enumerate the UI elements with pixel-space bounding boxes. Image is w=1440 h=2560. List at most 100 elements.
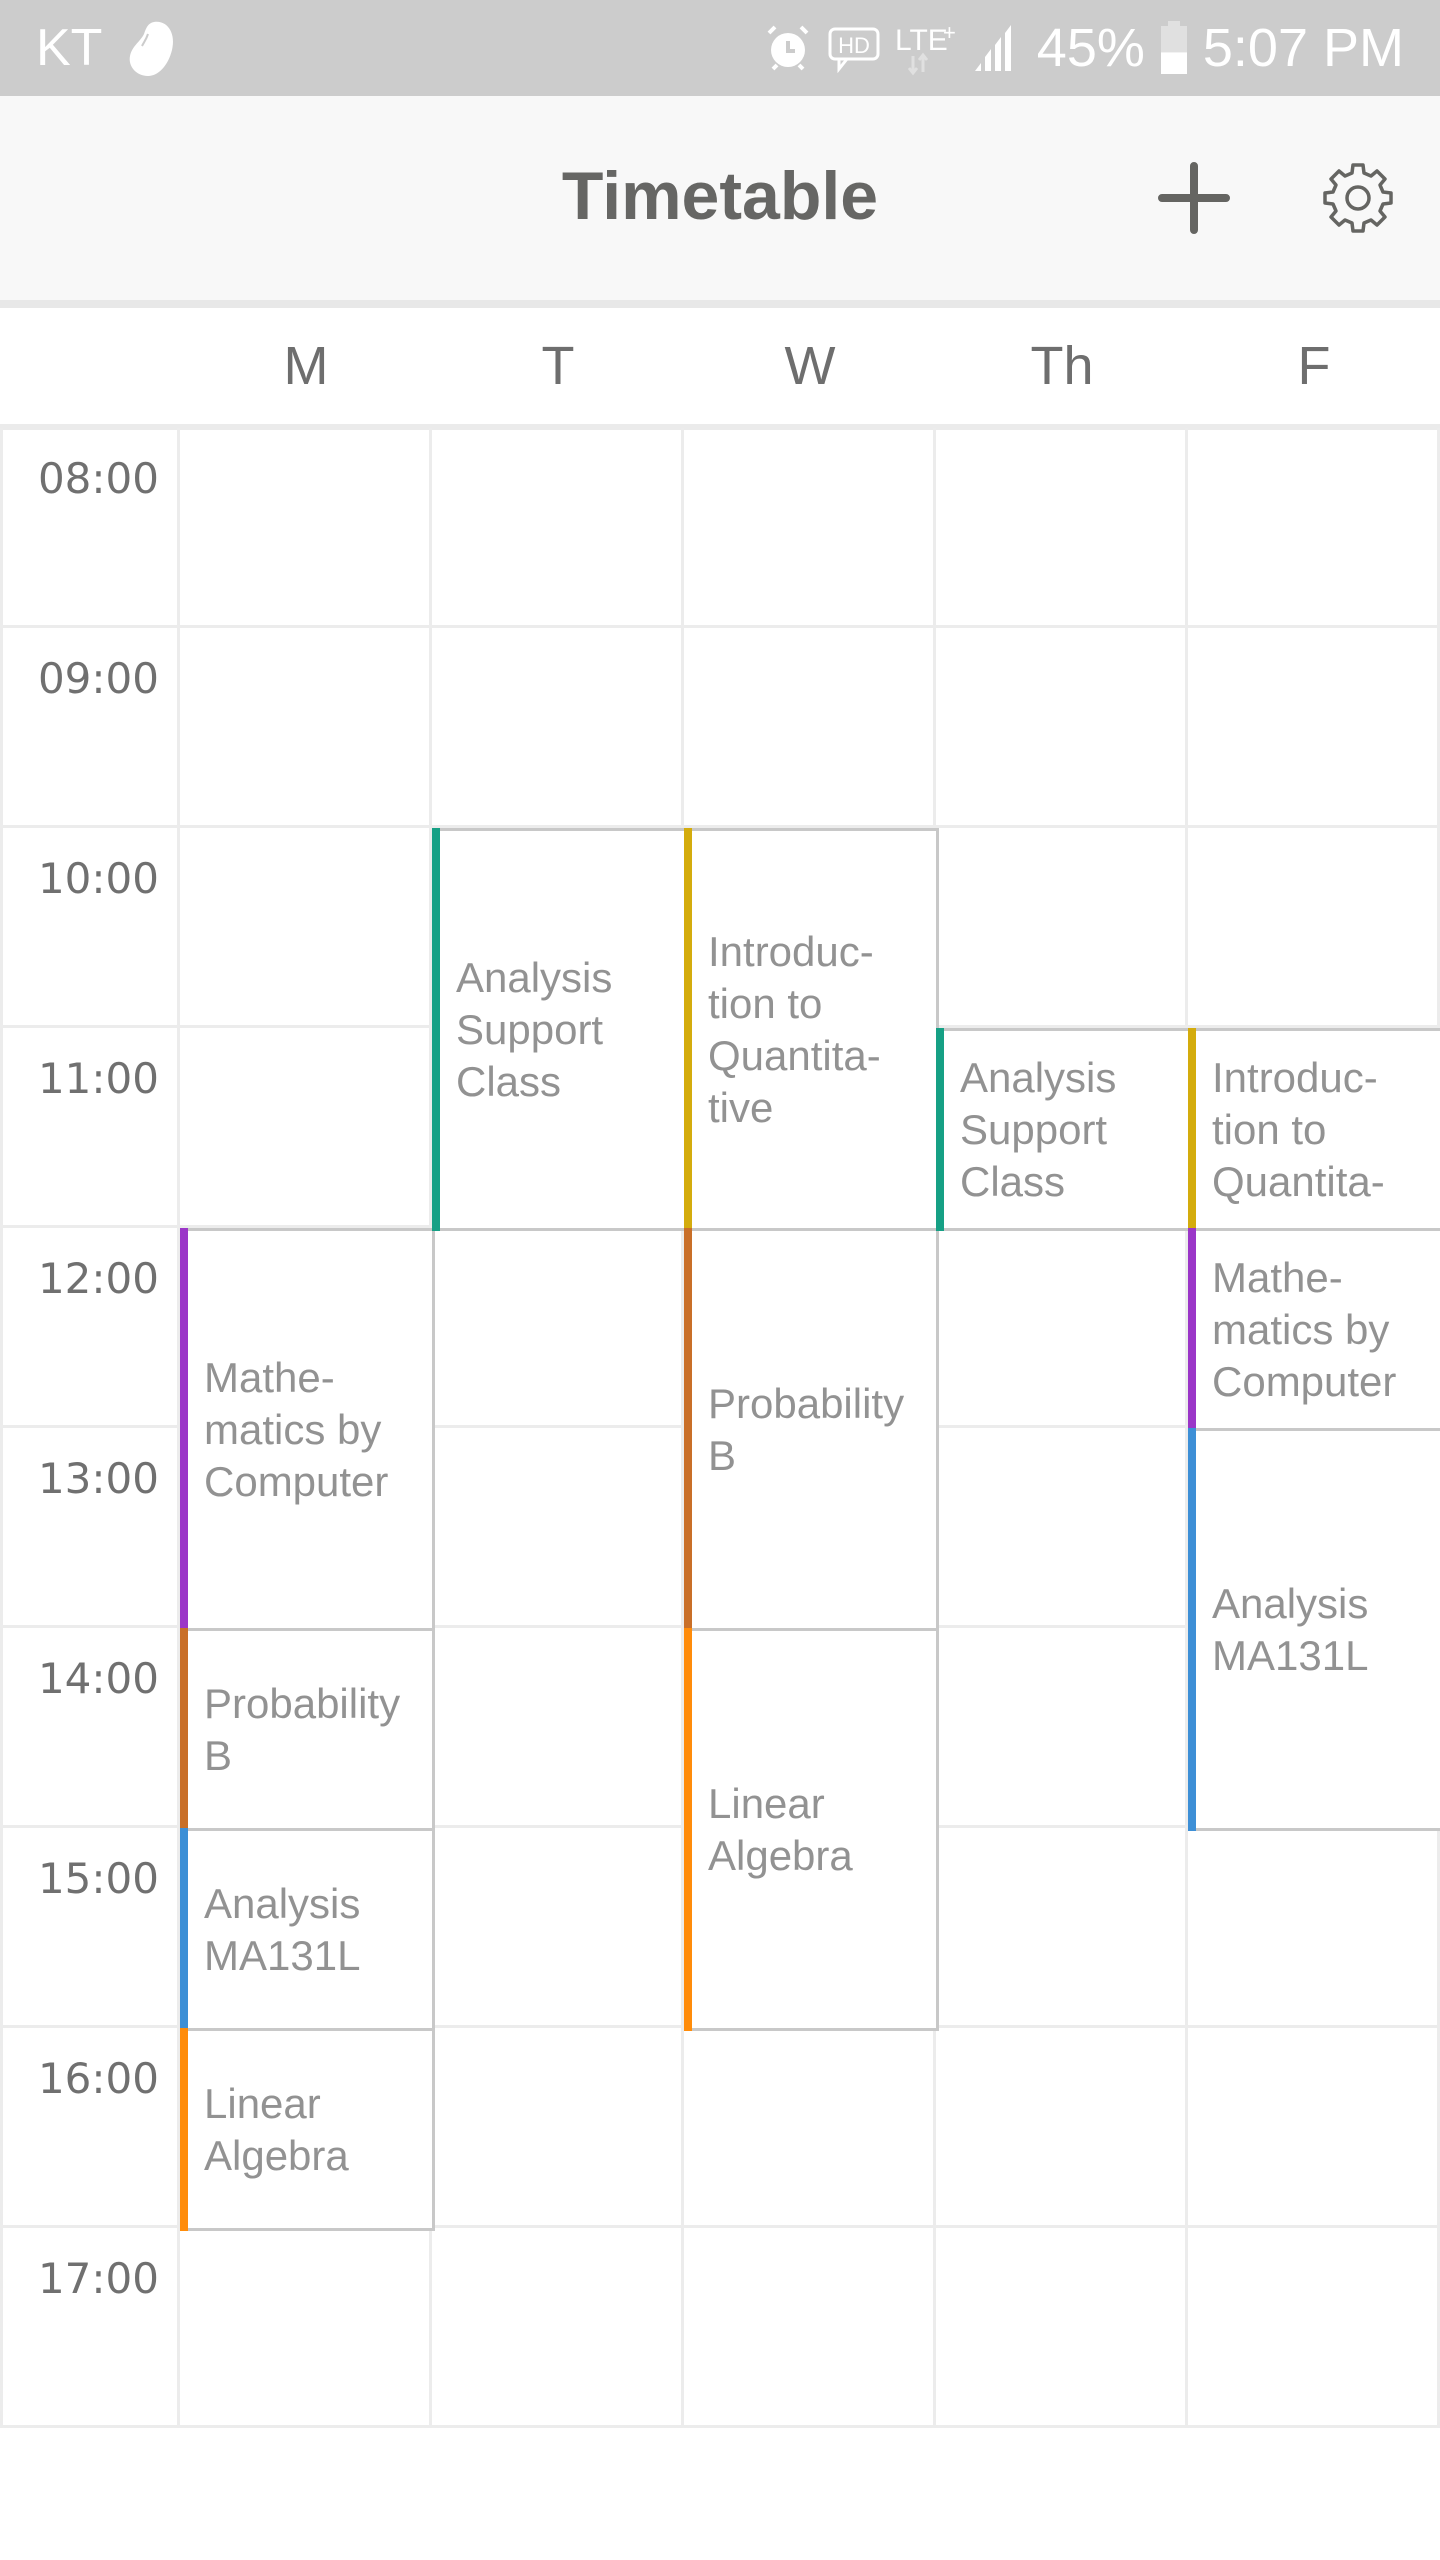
time-label: 09:00 [37, 654, 159, 703]
class-color-bar [180, 1228, 188, 1631]
empty-slot[interactable] [1188, 2228, 1440, 2428]
empty-slot[interactable] [936, 2228, 1188, 2428]
day-header-friday: F [1297, 336, 1331, 396]
empty-slot[interactable] [432, 2228, 684, 2428]
empty-slot[interactable] [936, 828, 1188, 1028]
empty-slot[interactable] [936, 1428, 1188, 1628]
app-bar: Timetable [0, 96, 1440, 300]
empty-slot[interactable] [432, 628, 684, 828]
class-name: Probability B [708, 1379, 905, 1479]
svg-text:LTE: LTE [895, 24, 948, 57]
class-block[interactable]: Introduc- tion to Quantita- [1188, 1028, 1440, 1231]
status-icons: HD LTE + 45% 5:07 PM [763, 14, 1404, 82]
class-name: Mathe- matics by Computer [204, 1353, 389, 1505]
empty-slot[interactable] [1188, 2028, 1440, 2228]
class-color-bar [684, 1628, 692, 2031]
battery-icon [1160, 21, 1187, 74]
svg-text:+: + [943, 20, 956, 45]
time-label: 13:00 [37, 1454, 159, 1503]
bean-icon [129, 21, 174, 76]
status-bar: KT HD LTE + 45% 5:07 PM [0, 0, 1440, 96]
class-name: Analysis Support Class [456, 953, 613, 1105]
class-name: Analysis MA131L [204, 1879, 361, 1979]
empty-slot[interactable] [180, 1028, 432, 1228]
time-slot-label-cell: 16:00 [0, 2028, 180, 2228]
empty-slot[interactable] [1188, 1828, 1440, 2028]
empty-slot[interactable] [936, 2028, 1188, 2228]
class-block[interactable]: Analysis MA131L [180, 1828, 435, 2031]
class-color-bar [180, 2028, 188, 2231]
add-class-button[interactable] [1152, 156, 1236, 240]
time-slot-label-cell: 17:00 [0, 2228, 180, 2428]
class-color-bar [684, 828, 692, 1231]
class-block[interactable]: Mathe- matics by Computer [180, 1228, 435, 1631]
empty-slot[interactable] [180, 828, 432, 1028]
empty-slot[interactable] [936, 428, 1188, 628]
empty-slot[interactable] [936, 1228, 1188, 1428]
empty-slot[interactable] [432, 1828, 684, 2028]
time-label: 08:00 [37, 454, 159, 503]
empty-slot[interactable] [1188, 628, 1440, 828]
time-slot-label-cell: 08:00 [0, 428, 180, 628]
day-header-monday: M [283, 336, 329, 396]
empty-slot[interactable] [180, 2228, 432, 2428]
class-block[interactable]: Probability B [684, 1228, 939, 1631]
empty-slot[interactable] [180, 628, 432, 828]
time-label: 11:00 [37, 1054, 159, 1103]
class-name: Mathe- matics by Computer [1212, 1253, 1397, 1405]
app-bar-divider [0, 300, 1440, 308]
time-label: 15:00 [37, 1854, 159, 1903]
time-slot-label-cell: 11:00 [0, 1028, 180, 1228]
empty-slot[interactable] [180, 428, 432, 628]
lte-plus-icon: LTE + [895, 20, 956, 76]
empty-slot[interactable] [684, 428, 936, 628]
class-name: Analysis Support Class [960, 1053, 1117, 1205]
empty-slot[interactable] [684, 628, 936, 828]
empty-slot[interactable] [684, 2028, 936, 2228]
empty-slot[interactable] [936, 628, 1188, 828]
class-block[interactable]: Analysis Support Class [432, 828, 687, 1231]
time-slot-label-cell: 13:00 [0, 1428, 180, 1628]
empty-slot[interactable] [1188, 428, 1440, 628]
empty-slot[interactable] [936, 1828, 1188, 2028]
class-block[interactable]: Analysis MA131L [1188, 1428, 1440, 1831]
time-label: 17:00 [37, 2254, 159, 2303]
class-name: Introduc- tion to Quantita- tive [708, 927, 881, 1131]
class-color-bar [180, 1828, 188, 2031]
class-color-bar [1188, 1228, 1196, 1431]
plus-icon [1158, 162, 1230, 234]
day-header: M T W Th F [0, 308, 1440, 424]
class-name: Linear Algebra [708, 1779, 853, 1879]
empty-slot[interactable] [432, 1228, 684, 1428]
class-block[interactable]: Mathe- matics by Computer [1188, 1228, 1440, 1431]
time-label: 16:00 [37, 2054, 159, 2103]
empty-slot[interactable] [936, 1628, 1188, 1828]
settings-button[interactable] [1316, 156, 1400, 240]
clock: 5:07 PM [1202, 18, 1404, 78]
empty-slot[interactable] [432, 1428, 684, 1628]
class-name: Analysis MA131L [1212, 1579, 1369, 1679]
time-slot-label-cell: 12:00 [0, 1228, 180, 1428]
signal-icon [974, 25, 1011, 71]
svg-text:HD: HD [838, 33, 870, 58]
class-color-bar [936, 1028, 944, 1231]
carrier-label: KT [36, 19, 103, 77]
class-block[interactable]: Linear Algebra [180, 2028, 435, 2231]
empty-slot[interactable] [432, 428, 684, 628]
class-name: Probability B [204, 1679, 401, 1779]
battery-percent: 45% [1036, 18, 1145, 78]
time-label: 14:00 [37, 1654, 159, 1703]
empty-slot[interactable] [432, 1628, 684, 1828]
empty-slot[interactable] [684, 2228, 936, 2428]
gear-icon [1323, 163, 1393, 233]
class-block[interactable]: Analysis Support Class [936, 1028, 1191, 1231]
class-block[interactable]: Introduc- tion to Quantita- tive [684, 828, 939, 1231]
time-label: 10:00 [37, 854, 159, 903]
empty-slot[interactable] [432, 2028, 684, 2228]
class-color-bar [432, 828, 440, 1231]
empty-slot[interactable] [1188, 828, 1440, 1028]
day-header-tuesday: T [541, 336, 575, 396]
class-block[interactable]: Probability B [180, 1628, 435, 1831]
day-header-wednesday: W [784, 336, 836, 396]
class-block[interactable]: Linear Algebra [684, 1628, 939, 2031]
